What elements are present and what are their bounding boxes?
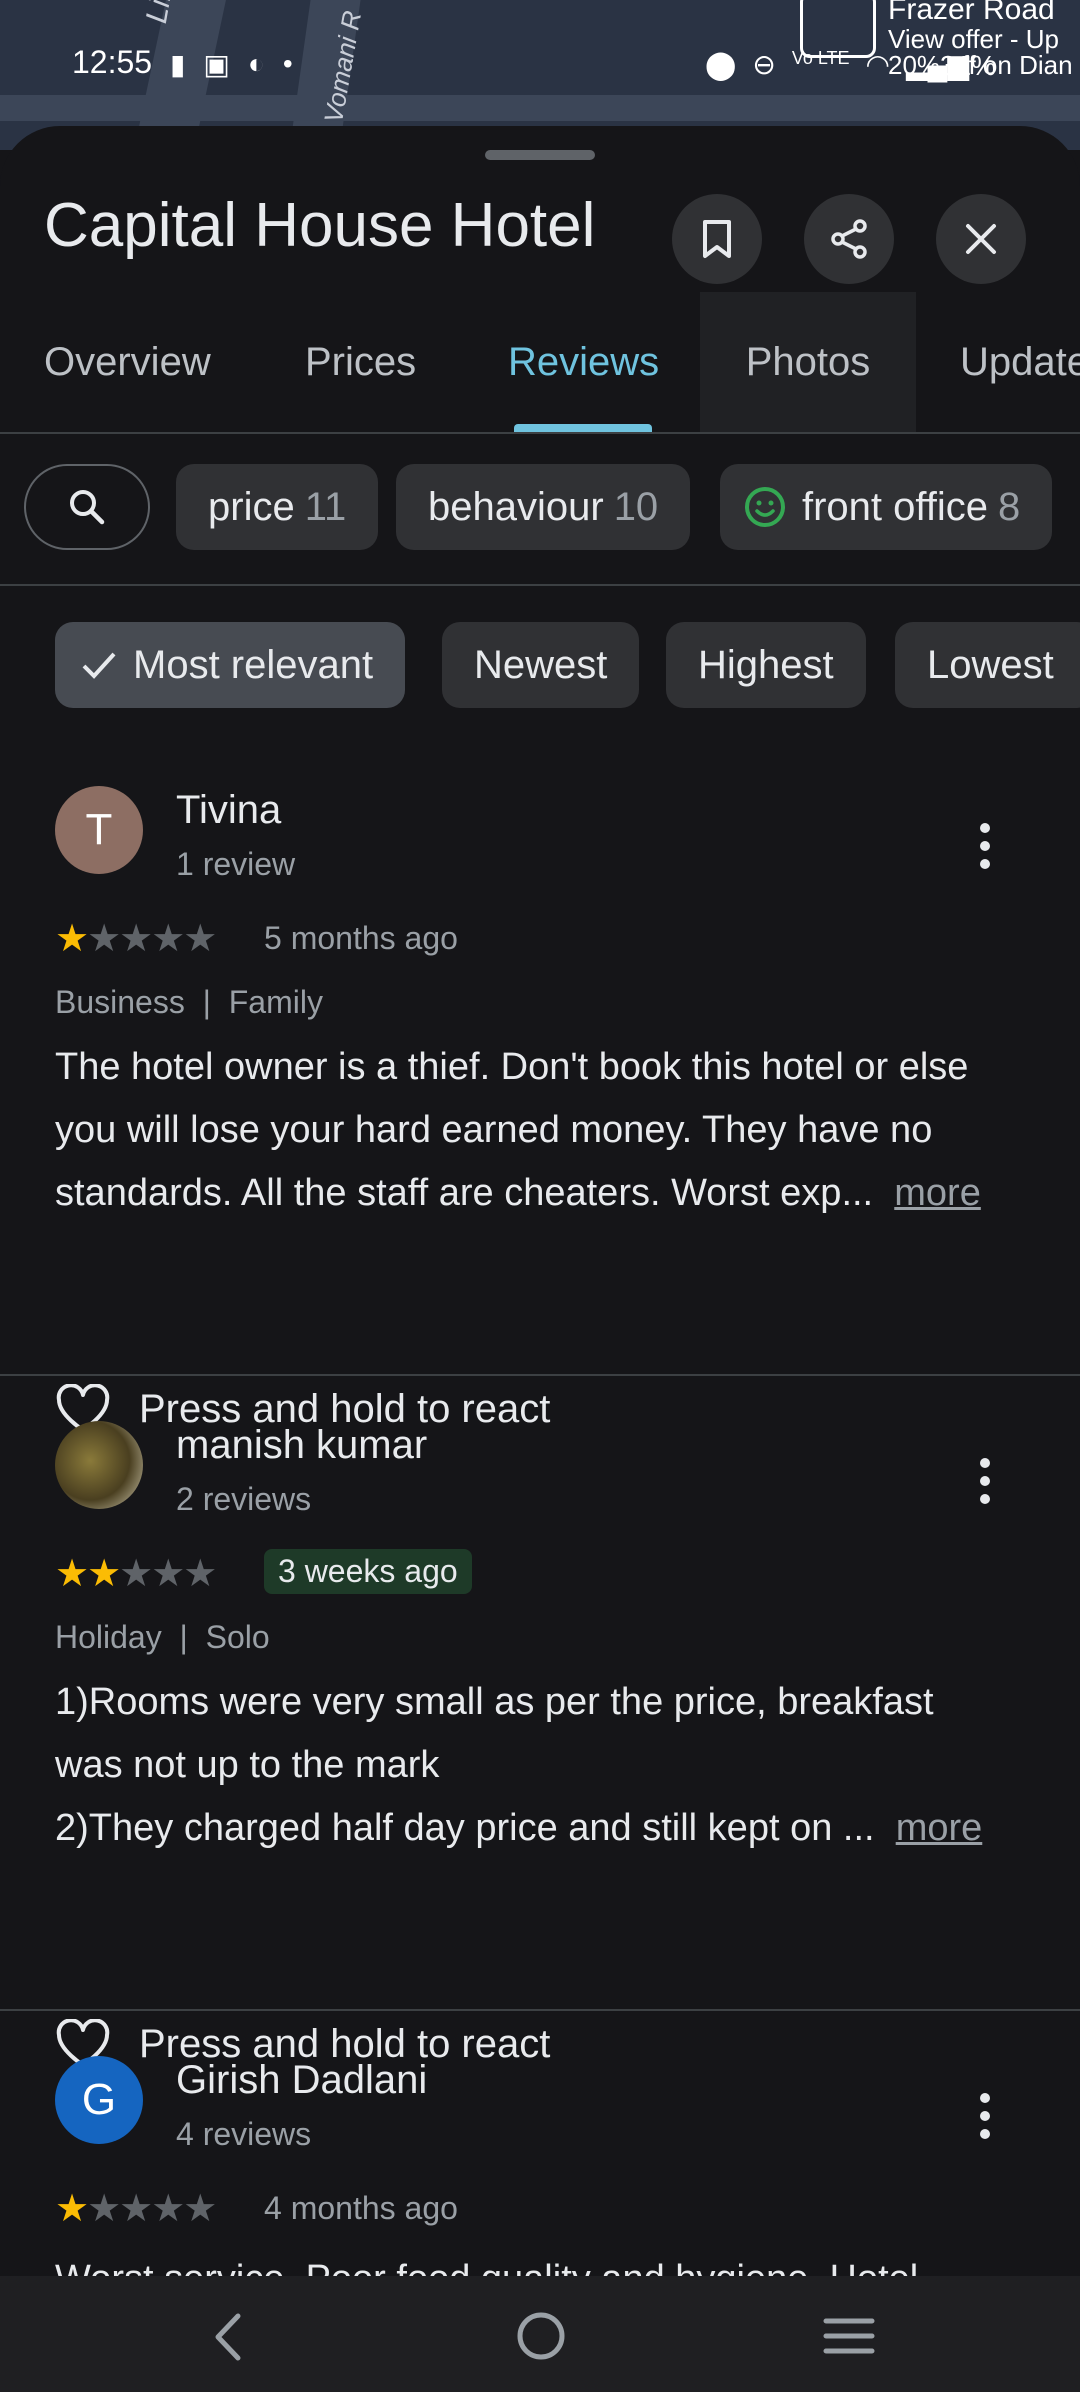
location-icon: ⬤ xyxy=(705,49,737,80)
trip-tags: Holiday | Solo xyxy=(55,1619,270,1655)
review-divider xyxy=(0,1374,1080,1376)
more-link[interactable]: more xyxy=(894,1172,981,1214)
home-icon[interactable] xyxy=(515,2310,567,2362)
topic-chip-count: 10 xyxy=(613,484,659,529)
sort-lowest[interactable]: Lowest xyxy=(895,622,1080,708)
battery-level: 31% xyxy=(940,50,997,81)
wifi-icon: ◠ xyxy=(865,49,890,80)
active-tab-indicator xyxy=(514,424,652,432)
topic-chip-behaviour[interactable]: behaviour 10 xyxy=(396,464,691,550)
more-options-icon[interactable] xyxy=(975,816,995,876)
leaf-icon: ◐ xyxy=(247,48,265,79)
volte-icon: Vo LTE xyxy=(791,48,850,68)
bookmark-icon xyxy=(703,220,731,258)
close-button[interactable] xyxy=(936,194,1026,284)
review-line: standards. All the staff are cheaters. W… xyxy=(55,1172,874,1214)
more-link[interactable]: more xyxy=(896,1807,983,1849)
review-time: 5 months ago xyxy=(264,920,458,956)
save-button[interactable] xyxy=(672,194,762,284)
star-rating: ★★★★★ xyxy=(55,918,217,960)
reviewer-name[interactable]: manish kumar xyxy=(176,1423,427,1468)
recents-icon[interactable] xyxy=(823,2316,875,2356)
share-icon xyxy=(831,219,867,259)
sort-label: Newest xyxy=(474,642,608,687)
notification-icon: ▮ xyxy=(170,49,186,80)
search-icon xyxy=(70,490,105,525)
topic-chip-count: 8 xyxy=(998,484,1021,529)
topic-chip-front-office[interactable]: front office 8 xyxy=(720,464,1053,550)
review-line: 2)They charged half day price and still … xyxy=(55,1807,875,1849)
drag-handle[interactable] xyxy=(485,150,595,160)
review-divider xyxy=(0,2009,1080,2011)
tab-updates[interactable]: Update xyxy=(960,292,1080,432)
topic-chip-label: front office xyxy=(802,484,989,529)
status-time: 12:55 xyxy=(72,44,153,80)
review-time: 4 months ago xyxy=(264,2190,458,2226)
review-line-last: standards. All the staff are cheaters. W… xyxy=(55,1162,1035,1225)
tab-reviews[interactable]: Reviews xyxy=(508,292,659,432)
tabs-divider xyxy=(0,432,1080,434)
sort-label: Most relevant xyxy=(133,642,374,687)
more-options-icon[interactable] xyxy=(975,1451,995,1511)
sort-highest[interactable]: Highest xyxy=(666,622,866,708)
sort-most-relevant[interactable]: Most relevant xyxy=(55,622,406,708)
dnd-icon: ⊖ xyxy=(752,49,776,80)
review-time: 3 weeks ago xyxy=(264,1549,472,1594)
m-icon: ▣ xyxy=(203,49,230,80)
tab-overview[interactable]: Overview xyxy=(44,292,211,432)
checkmark-icon xyxy=(82,652,116,679)
more-options-icon[interactable] xyxy=(975,2086,995,2146)
back-icon[interactable] xyxy=(210,2312,246,2362)
topic-chip-count: 11 xyxy=(304,484,347,529)
topic-chip-price[interactable]: price 11 xyxy=(176,464,379,550)
tab-photos[interactable]: Photos xyxy=(700,292,916,432)
star-rating: ★★★★★ xyxy=(55,2188,217,2230)
dot-icon: • xyxy=(282,48,293,79)
poi-title: Frazer Road xyxy=(888,0,1055,26)
reviewer-name[interactable]: Girish Dadlani xyxy=(176,2058,427,2103)
sort-label: Highest xyxy=(698,642,834,687)
avatar[interactable]: T xyxy=(55,786,143,874)
close-icon xyxy=(966,224,996,254)
topic-chip-label: price xyxy=(208,484,295,529)
reviewer-review-count: 1 review xyxy=(176,846,296,882)
review-line: you will lose your hard earned money. Th… xyxy=(55,1109,933,1151)
reviewer-review-count: 2 reviews xyxy=(176,1481,312,1517)
review-line-last: 2)They charged half day price and still … xyxy=(55,1797,1035,1860)
star-rating: ★★★★★ xyxy=(55,1553,217,1595)
reviewer-name[interactable]: Tivina xyxy=(176,788,281,833)
smiley-icon xyxy=(745,487,785,527)
sort-label: Lowest xyxy=(927,642,1054,687)
reviewer-review-count: 4 reviews xyxy=(176,2116,312,2152)
page-title: Capital House Hotel xyxy=(44,191,596,260)
trip-tags: Business | Family xyxy=(55,984,323,1020)
sort-newest[interactable]: Newest xyxy=(442,622,640,708)
place-sheet: Capital House Hotel Overview Prices Revi… xyxy=(0,126,1080,2300)
review-line: 1)Rooms were very small as per the price… xyxy=(55,1681,934,1723)
topic-chip-label: behaviour xyxy=(428,484,604,529)
avatar[interactable]: G xyxy=(55,2056,143,2144)
review-text: The hotel owner is a thief. Don't book t… xyxy=(55,1036,1035,1225)
review-text: 1)Rooms were very small as per the price… xyxy=(55,1671,1035,1860)
system-nav-bar xyxy=(0,2276,1080,2392)
review-line: was not up to the mark xyxy=(55,1744,440,1786)
avatar[interactable] xyxy=(55,1421,143,1509)
tab-prices[interactable]: Prices xyxy=(305,292,416,432)
chips-divider xyxy=(0,584,1080,586)
review-line: The hotel owner is a thief. Don't book t… xyxy=(55,1046,969,1088)
status-bar: 12:55 ▮ ▣ ◐ • ⬤ ⊖ Vo LTE ◠ ▂▄▆ 31% xyxy=(0,38,1080,94)
tab-bar: Overview Prices Reviews Photos Update xyxy=(0,292,1080,432)
search-reviews-button[interactable] xyxy=(24,464,150,550)
share-button[interactable] xyxy=(804,194,894,284)
